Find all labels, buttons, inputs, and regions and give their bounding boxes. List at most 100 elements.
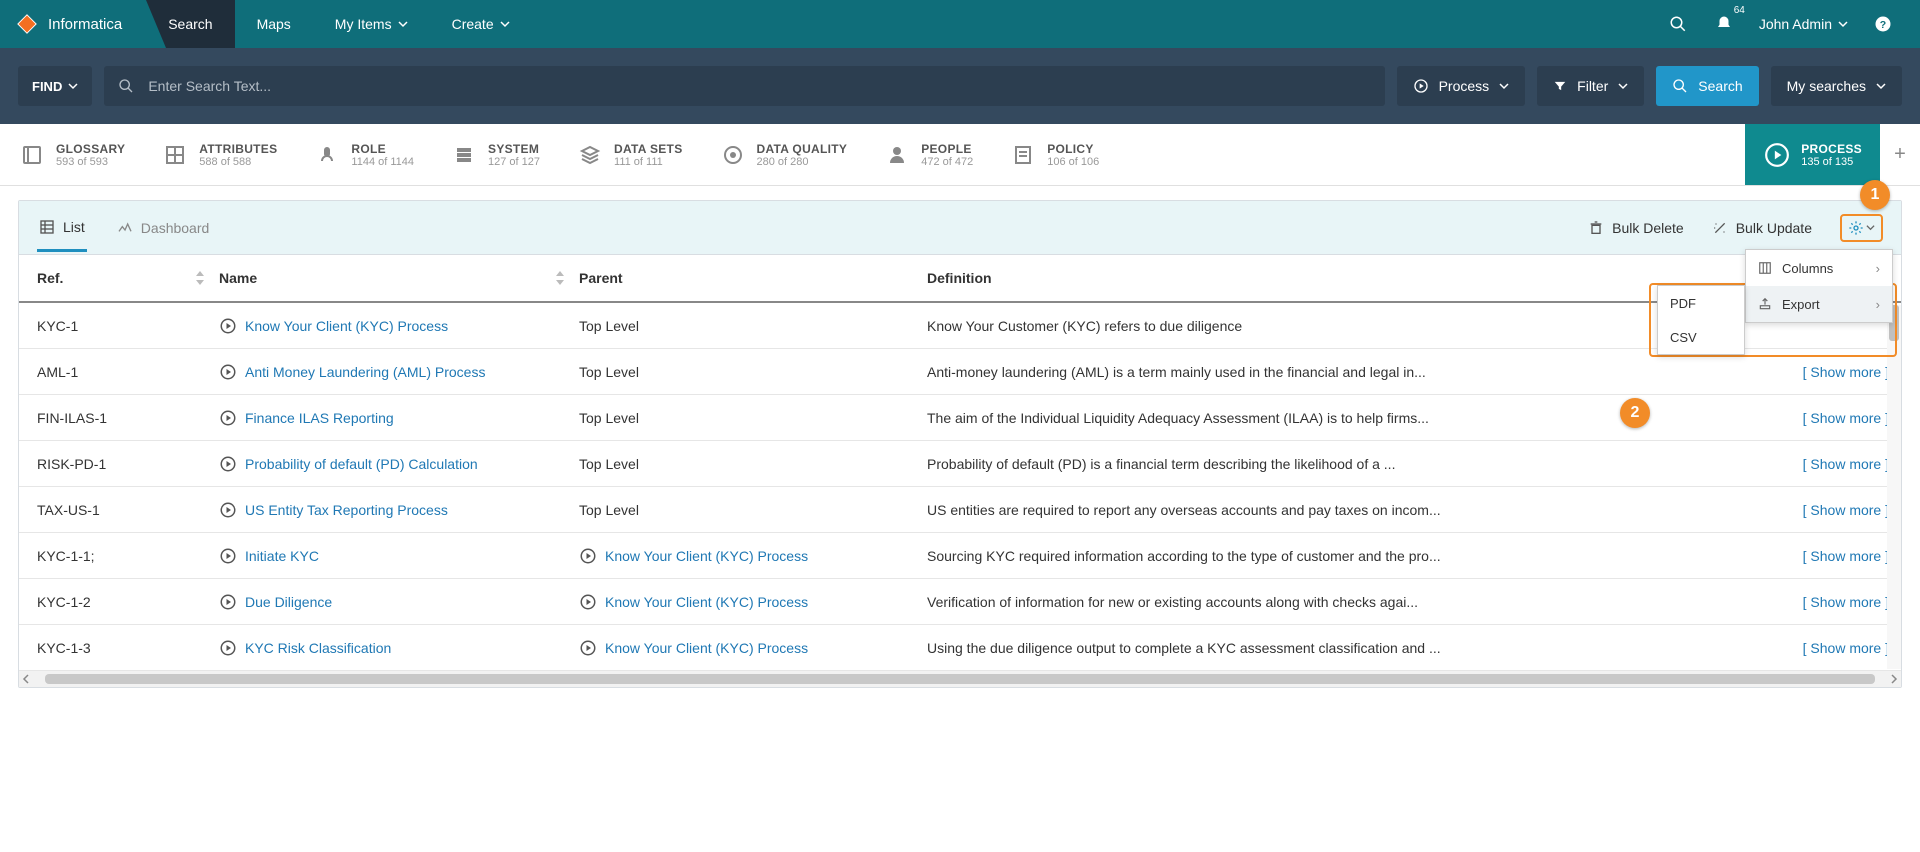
search-input[interactable] — [148, 78, 1370, 94]
top-nav: Informatica Search Maps My Items Create … — [0, 0, 1920, 48]
definition-text: US entities are required to report any o… — [927, 502, 1795, 518]
table-row: FIN-ILAS-1 Finance ILAS Reporting Top Leve… — [19, 395, 1901, 441]
brand-area[interactable]: Informatica — [0, 0, 146, 48]
find-button[interactable]: FIND — [18, 66, 92, 106]
nav-tabs: Search Maps My Items Create — [146, 0, 531, 48]
name-link[interactable]: Anti Money Laundering (AML) Process — [245, 364, 485, 380]
category-glossary[interactable]: GLOSSARY593 of 593 — [0, 124, 143, 185]
cell-ref: KYC-1-2 — [19, 594, 219, 610]
show-more-link[interactable]: [ Show more ] — [1803, 640, 1889, 656]
category-policy[interactable]: POLICY106 of 106 — [991, 124, 1117, 185]
search-button[interactable]: Search — [1656, 66, 1758, 106]
filter-icon — [1553, 79, 1567, 93]
chevron-down-icon — [1876, 81, 1886, 91]
cell-definition: Using the due diligence output to comple… — [927, 640, 1901, 656]
horizontal-scrollbar[interactable] — [19, 671, 1901, 687]
settings-button[interactable] — [1848, 220, 1875, 236]
name-link[interactable]: Initiate KYC — [245, 548, 319, 564]
my-searches-button[interactable]: My searches — [1771, 66, 1902, 106]
table-row: AML-1Anti Money Laundering (AML) Process… — [19, 349, 1901, 395]
column-header-parent[interactable]: Parent — [579, 270, 927, 286]
name-link[interactable]: US Entity Tax Reporting Process — [245, 502, 448, 518]
view-tab-dashboard-label: Dashboard — [141, 220, 210, 236]
cell-parent: Top Level — [579, 410, 927, 426]
category-count: 280 of 280 — [757, 156, 848, 168]
user-menu[interactable]: John Admin — [1759, 16, 1848, 32]
show-more-link[interactable]: [ Show more ] — [1803, 364, 1889, 380]
scrollbar-thumb[interactable] — [45, 674, 1875, 684]
datasets-icon — [576, 141, 604, 169]
vertical-scrollbar[interactable] — [1887, 305, 1901, 669]
show-more-link[interactable]: [ Show more ] — [1803, 548, 1889, 564]
cell-parent: Know Your Client (KYC) Process — [579, 639, 927, 657]
bulk-delete-button[interactable]: Bulk Delete — [1588, 220, 1684, 236]
category-label: DATA QUALITY — [757, 142, 848, 156]
help-icon[interactable]: ? — [1872, 13, 1894, 35]
nav-tab-myitems[interactable]: My Items — [313, 0, 430, 48]
view-tab-list[interactable]: List — [37, 205, 87, 252]
definition-text: Using the due diligence output to comple… — [927, 640, 1795, 656]
category-label: PROCESS — [1801, 142, 1862, 156]
category-count: 1144 of 1144 — [351, 156, 414, 168]
search-button-label: Search — [1698, 78, 1742, 94]
gear-icon — [1848, 220, 1864, 236]
my-searches-label: My searches — [1787, 78, 1866, 94]
search-icon[interactable] — [1667, 13, 1689, 35]
cell-definition: Probability of default (PD) is a financi… — [927, 456, 1901, 472]
process-filter-button[interactable]: Process — [1397, 66, 1526, 106]
column-header-ref[interactable]: Ref. — [19, 270, 219, 286]
table-row: KYC-1-3KYC Risk ClassificationKnow Your … — [19, 625, 1901, 671]
bulk-update-button[interactable]: Bulk Update — [1712, 220, 1812, 236]
nav-right: 64 John Admin ? — [1667, 13, 1920, 35]
bulk-update-label: Bulk Update — [1736, 220, 1812, 236]
parent-link[interactable]: Know Your Client (KYC) Process — [605, 640, 808, 656]
name-link[interactable]: KYC Risk Classification — [245, 640, 391, 656]
user-name: John Admin — [1759, 16, 1832, 32]
notification-badge: 64 — [1734, 5, 1745, 16]
category-people[interactable]: PEOPLE472 of 472 — [865, 124, 991, 185]
definition-text: The aim of the Individual Liquidity Adeq… — [927, 410, 1795, 426]
filter-button[interactable]: Filter — [1537, 66, 1644, 106]
nav-tab-maps[interactable]: Maps — [235, 0, 313, 48]
parent-text: Top Level — [579, 502, 639, 518]
show-more-link[interactable]: [ Show more ] — [1803, 410, 1889, 426]
view-tab-dashboard[interactable]: Dashboard — [115, 206, 212, 250]
category-role[interactable]: ROLE1144 of 1144 — [295, 124, 432, 185]
name-link[interactable]: Due Diligence — [245, 594, 332, 610]
category-datasets[interactable]: DATA SETS111 of 111 — [558, 124, 700, 185]
list-icon — [39, 219, 55, 235]
cell-definition: Verification of information for new or e… — [927, 594, 1901, 610]
export-pdf[interactable]: PDF — [1658, 286, 1744, 320]
category-label: DATA SETS — [614, 142, 682, 156]
category-attributes[interactable]: ATTRIBUTES588 of 588 — [143, 124, 295, 185]
cell-definition: US entities are required to report any o… — [927, 502, 1901, 518]
column-header-name[interactable]: Name — [219, 270, 579, 286]
category-process[interactable]: PROCESS135 of 135 — [1745, 124, 1880, 185]
show-more-link[interactable]: [ Show more ] — [1803, 502, 1889, 518]
parent-link[interactable]: Know Your Client (KYC) Process — [605, 594, 808, 610]
parent-link[interactable]: Know Your Client (KYC) Process — [605, 548, 808, 564]
column-header-ref-label: Ref. — [37, 270, 63, 286]
show-more-link[interactable]: [ Show more ] — [1803, 456, 1889, 472]
menu-item-export[interactable]: Export › — [1746, 286, 1892, 322]
bulk-delete-label: Bulk Delete — [1612, 220, 1684, 236]
add-category-button[interactable]: + — [1880, 124, 1920, 185]
process-label: Process — [1439, 78, 1490, 94]
results-panel: List Dashboard Bulk Delete Bulk Update — [18, 200, 1902, 688]
category-system[interactable]: SYSTEM127 of 127 — [432, 124, 558, 185]
nav-tab-create[interactable]: Create — [430, 0, 532, 48]
cell-name: Probability of default (PD) Calculation — [219, 455, 579, 473]
cell-definition: Anti-money laundering (AML) is a term ma… — [927, 364, 1901, 380]
category-count: 106 of 106 — [1047, 156, 1099, 168]
name-link[interactable]: Probability of default (PD) Calculation — [245, 456, 478, 472]
notifications-icon[interactable]: 64 — [1713, 13, 1735, 35]
name-link[interactable]: Finance ILAS Reporting — [245, 410, 394, 426]
brand-logo-icon — [16, 13, 38, 35]
menu-item-columns[interactable]: Columns › — [1746, 250, 1892, 286]
show-more-link[interactable]: [ Show more ] — [1803, 594, 1889, 610]
name-link[interactable]: Know Your Client (KYC) Process — [245, 318, 448, 334]
category-dataquality[interactable]: DATA QUALITY280 of 280 — [701, 124, 866, 185]
cell-ref: FIN-ILAS-1 — [19, 410, 219, 426]
category-count: 127 of 127 — [488, 156, 540, 168]
export-csv[interactable]: CSV — [1658, 320, 1744, 354]
